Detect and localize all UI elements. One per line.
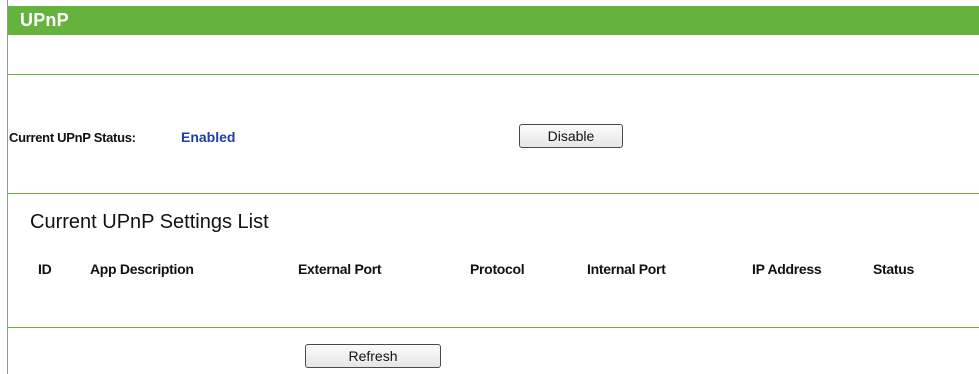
- upnp-status-label: Current UPnP Status:: [9, 130, 136, 145]
- divider: [8, 74, 979, 75]
- disable-button[interactable]: Disable: [519, 124, 623, 148]
- column-header-internal-port: Internal Port: [587, 261, 666, 277]
- title-bar: UPnP: [8, 6, 979, 35]
- column-header-external-port: External Port: [298, 261, 382, 277]
- upnp-status-value: Enabled: [181, 129, 236, 145]
- page-title: UPnP: [20, 10, 69, 30]
- column-header-status: Status: [873, 261, 914, 277]
- column-header-id: ID: [38, 261, 52, 277]
- divider: [8, 327, 979, 328]
- refresh-button[interactable]: Refresh: [305, 344, 441, 368]
- settings-list-title: Current UPnP Settings List: [30, 211, 269, 233]
- column-header-protocol: Protocol: [470, 261, 525, 277]
- divider: [8, 193, 979, 194]
- column-header-ip-address: IP Address: [752, 261, 822, 277]
- upnp-panel: UPnP Current UPnP Status: Enabled Disabl…: [7, 0, 979, 374]
- column-header-app-description: App Description: [90, 261, 194, 277]
